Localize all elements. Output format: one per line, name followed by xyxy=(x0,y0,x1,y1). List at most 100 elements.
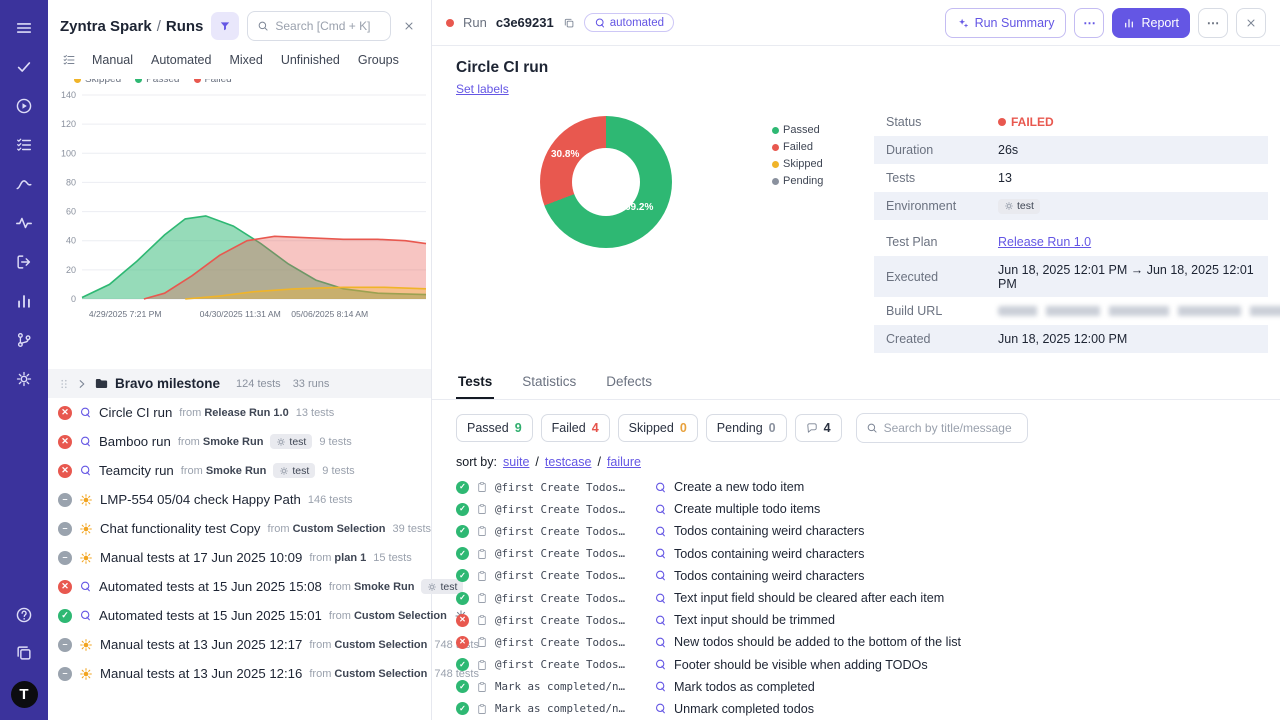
run-title[interactable]: Manual tests at 17 Jun 2025 10:09 xyxy=(100,550,302,565)
test-row[interactable]: Mark as completed/n… Unmark completed to… xyxy=(456,698,1256,720)
status-filter-chip[interactable]: Pending0 xyxy=(706,414,787,442)
test-suite[interactable]: @first Create Todos… xyxy=(495,481,647,494)
milestone-row[interactable]: Bravo milestone 124 tests 33 runs xyxy=(48,369,431,398)
more-button[interactable]: ⋯ xyxy=(1198,8,1228,38)
test-row[interactable]: @first Create Todos… Text input should b… xyxy=(456,609,1256,631)
run-item[interactable]: Circle CI run from Release Run 1.0 13 te… xyxy=(48,398,431,427)
tab[interactable]: Defects xyxy=(604,365,654,399)
test-suite[interactable]: @first Create Todos… xyxy=(495,658,647,671)
runs-icon[interactable] xyxy=(10,250,38,274)
test-plan-link[interactable]: Release Run 1.0 xyxy=(998,235,1091,249)
tests-search-input[interactable] xyxy=(884,421,1018,435)
test-row[interactable]: @first Create Todos… Create multiple tod… xyxy=(456,498,1256,520)
play-icon[interactable] xyxy=(10,94,38,118)
copy-run-id-button[interactable] xyxy=(563,17,575,29)
test-title[interactable]: Mark todos as completed xyxy=(674,680,815,694)
test-suite[interactable]: @first Create Todos… xyxy=(495,569,647,582)
test-suite[interactable]: @first Create Todos… xyxy=(495,525,647,538)
app-logo[interactable]: T xyxy=(11,681,38,708)
sidebar-search[interactable] xyxy=(247,11,391,41)
test-title[interactable]: Create multiple todo items xyxy=(674,502,820,516)
test-title[interactable]: Todos containing weird characters xyxy=(674,524,864,538)
tab[interactable]: Statistics xyxy=(520,365,578,399)
run-title[interactable]: Automated tests at 15 Jun 2025 15:08 xyxy=(99,579,322,594)
run-item[interactable]: Bamboo run from Smoke Run test 9 tests xyxy=(48,427,431,456)
test-suite[interactable]: Mark as completed/n… xyxy=(495,680,647,693)
test-suite[interactable]: @first Create Todos… xyxy=(495,636,647,649)
runs-filter-tab[interactable]: Groups xyxy=(358,53,399,67)
test-row[interactable]: @first Create Todos… Text input field sh… xyxy=(456,587,1256,609)
project-name[interactable]: Zyntra Spark xyxy=(60,18,152,35)
set-labels-link[interactable]: Set labels xyxy=(456,82,509,96)
run-item[interactable]: Manual tests at 17 Jun 2025 10:09 from p… xyxy=(48,543,431,572)
test-suite[interactable]: Mark as completed/n… xyxy=(495,702,647,715)
run-title[interactable]: Circle CI run xyxy=(99,405,172,420)
report-button[interactable]: Report xyxy=(1112,8,1190,38)
runs-filter-tab[interactable]: Mixed xyxy=(229,53,262,67)
branch-icon[interactable] xyxy=(10,328,38,352)
comments-filter-chip[interactable]: 4 xyxy=(795,414,842,442)
test-row[interactable]: @first Create Todos… Create a new todo i… xyxy=(456,476,1256,498)
run-item[interactable]: Chat functionality test Copy from Custom… xyxy=(48,514,431,543)
sort-option-link[interactable]: failure xyxy=(597,455,641,469)
chevron-right-icon[interactable] xyxy=(76,378,88,390)
close-run-button[interactable] xyxy=(1236,8,1266,38)
sidebar-close-button[interactable] xyxy=(399,20,419,32)
test-row[interactable]: Mark as completed/n… Mark todos as compl… xyxy=(456,676,1256,698)
trend-icon[interactable] xyxy=(10,172,38,196)
test-row[interactable]: @first Create Todos… Todos containing we… xyxy=(456,520,1256,542)
milestone-name[interactable]: Bravo milestone xyxy=(115,376,220,391)
activity-icon[interactable] xyxy=(10,211,38,235)
filter-button[interactable] xyxy=(211,12,239,40)
run-summary-button[interactable]: Run Summary xyxy=(945,8,1067,38)
test-title[interactable]: Text input should be trimmed xyxy=(674,613,835,627)
status-filter-chip[interactable]: Passed9 xyxy=(456,414,533,442)
checklist-icon[interactable] xyxy=(62,53,76,67)
run-title[interactable]: LMP-554 05/04 check Happy Path xyxy=(100,492,301,507)
projects-icon[interactable] xyxy=(10,641,38,665)
runs-filter-tab[interactable]: Manual xyxy=(92,53,133,67)
runs-filter-tab[interactable]: Automated xyxy=(151,53,211,67)
run-item[interactable]: Automated tests at 15 Jun 2025 15:01 fro… xyxy=(48,601,431,630)
tab[interactable]: Tests xyxy=(456,365,494,399)
search-input[interactable] xyxy=(275,19,381,33)
sort-option-link[interactable]: testcase xyxy=(535,455,591,469)
run-item[interactable]: Manual tests at 13 Jun 2025 12:17 from C… xyxy=(48,630,431,659)
run-item[interactable]: Teamcity run from Smoke Run test 9 tests xyxy=(48,456,431,485)
runs-filter-tab[interactable]: Unfinished xyxy=(281,53,340,67)
run-title[interactable]: Teamcity run xyxy=(99,463,174,478)
test-title[interactable]: Unmark completed todos xyxy=(674,702,814,716)
status-filter-chip[interactable]: Failed4 xyxy=(541,414,610,442)
run-title[interactable]: Chat functionality test Copy xyxy=(100,521,261,536)
test-title[interactable]: New todos should be added to the bottom … xyxy=(674,635,961,649)
drag-handle-icon[interactable] xyxy=(58,378,70,390)
test-row[interactable]: @first Create Todos… Todos containing we… xyxy=(456,565,1256,587)
gear-icon[interactable] xyxy=(10,367,38,391)
run-title[interactable]: Automated tests at 15 Jun 2025 15:01 xyxy=(99,608,322,623)
check-icon[interactable] xyxy=(10,55,38,79)
report-icon[interactable] xyxy=(10,289,38,313)
test-title[interactable]: Todos containing weird characters xyxy=(674,569,864,583)
help-icon[interactable] xyxy=(10,603,38,627)
test-suite[interactable]: @first Create Todos… xyxy=(495,503,647,516)
test-title[interactable]: Todos containing weird characters xyxy=(674,547,864,561)
test-title[interactable]: Footer should be visible when adding TOD… xyxy=(674,658,928,672)
test-title[interactable]: Text input field should be cleared after… xyxy=(674,591,944,605)
run-item[interactable]: LMP-554 05/04 check Happy Path 146 tests xyxy=(48,485,431,514)
status-filter-chip[interactable]: Skipped0 xyxy=(618,414,698,442)
test-title[interactable]: Create a new todo item xyxy=(674,480,804,494)
test-row[interactable]: @first Create Todos… Todos containing we… xyxy=(456,543,1256,565)
sort-option-link[interactable]: suite xyxy=(503,455,529,469)
summary-more-button[interactable]: ⋯ xyxy=(1074,8,1104,38)
run-item[interactable]: Manual tests at 13 Jun 2025 12:16 from C… xyxy=(48,659,431,688)
menu-icon[interactable] xyxy=(10,16,38,40)
tests-search[interactable] xyxy=(856,413,1028,443)
test-row[interactable]: @first Create Todos… Footer should be vi… xyxy=(456,654,1256,676)
run-title[interactable]: Manual tests at 13 Jun 2025 12:16 xyxy=(100,666,302,681)
test-suite[interactable]: @first Create Todos… xyxy=(495,592,647,605)
test-suite[interactable]: @first Create Todos… xyxy=(495,614,647,627)
test-row[interactable]: @first Create Todos… New todos should be… xyxy=(456,631,1256,653)
run-title[interactable]: Bamboo run xyxy=(99,434,171,449)
test-suite[interactable]: @first Create Todos… xyxy=(495,547,647,560)
run-title[interactable]: Manual tests at 13 Jun 2025 12:17 xyxy=(100,637,302,652)
